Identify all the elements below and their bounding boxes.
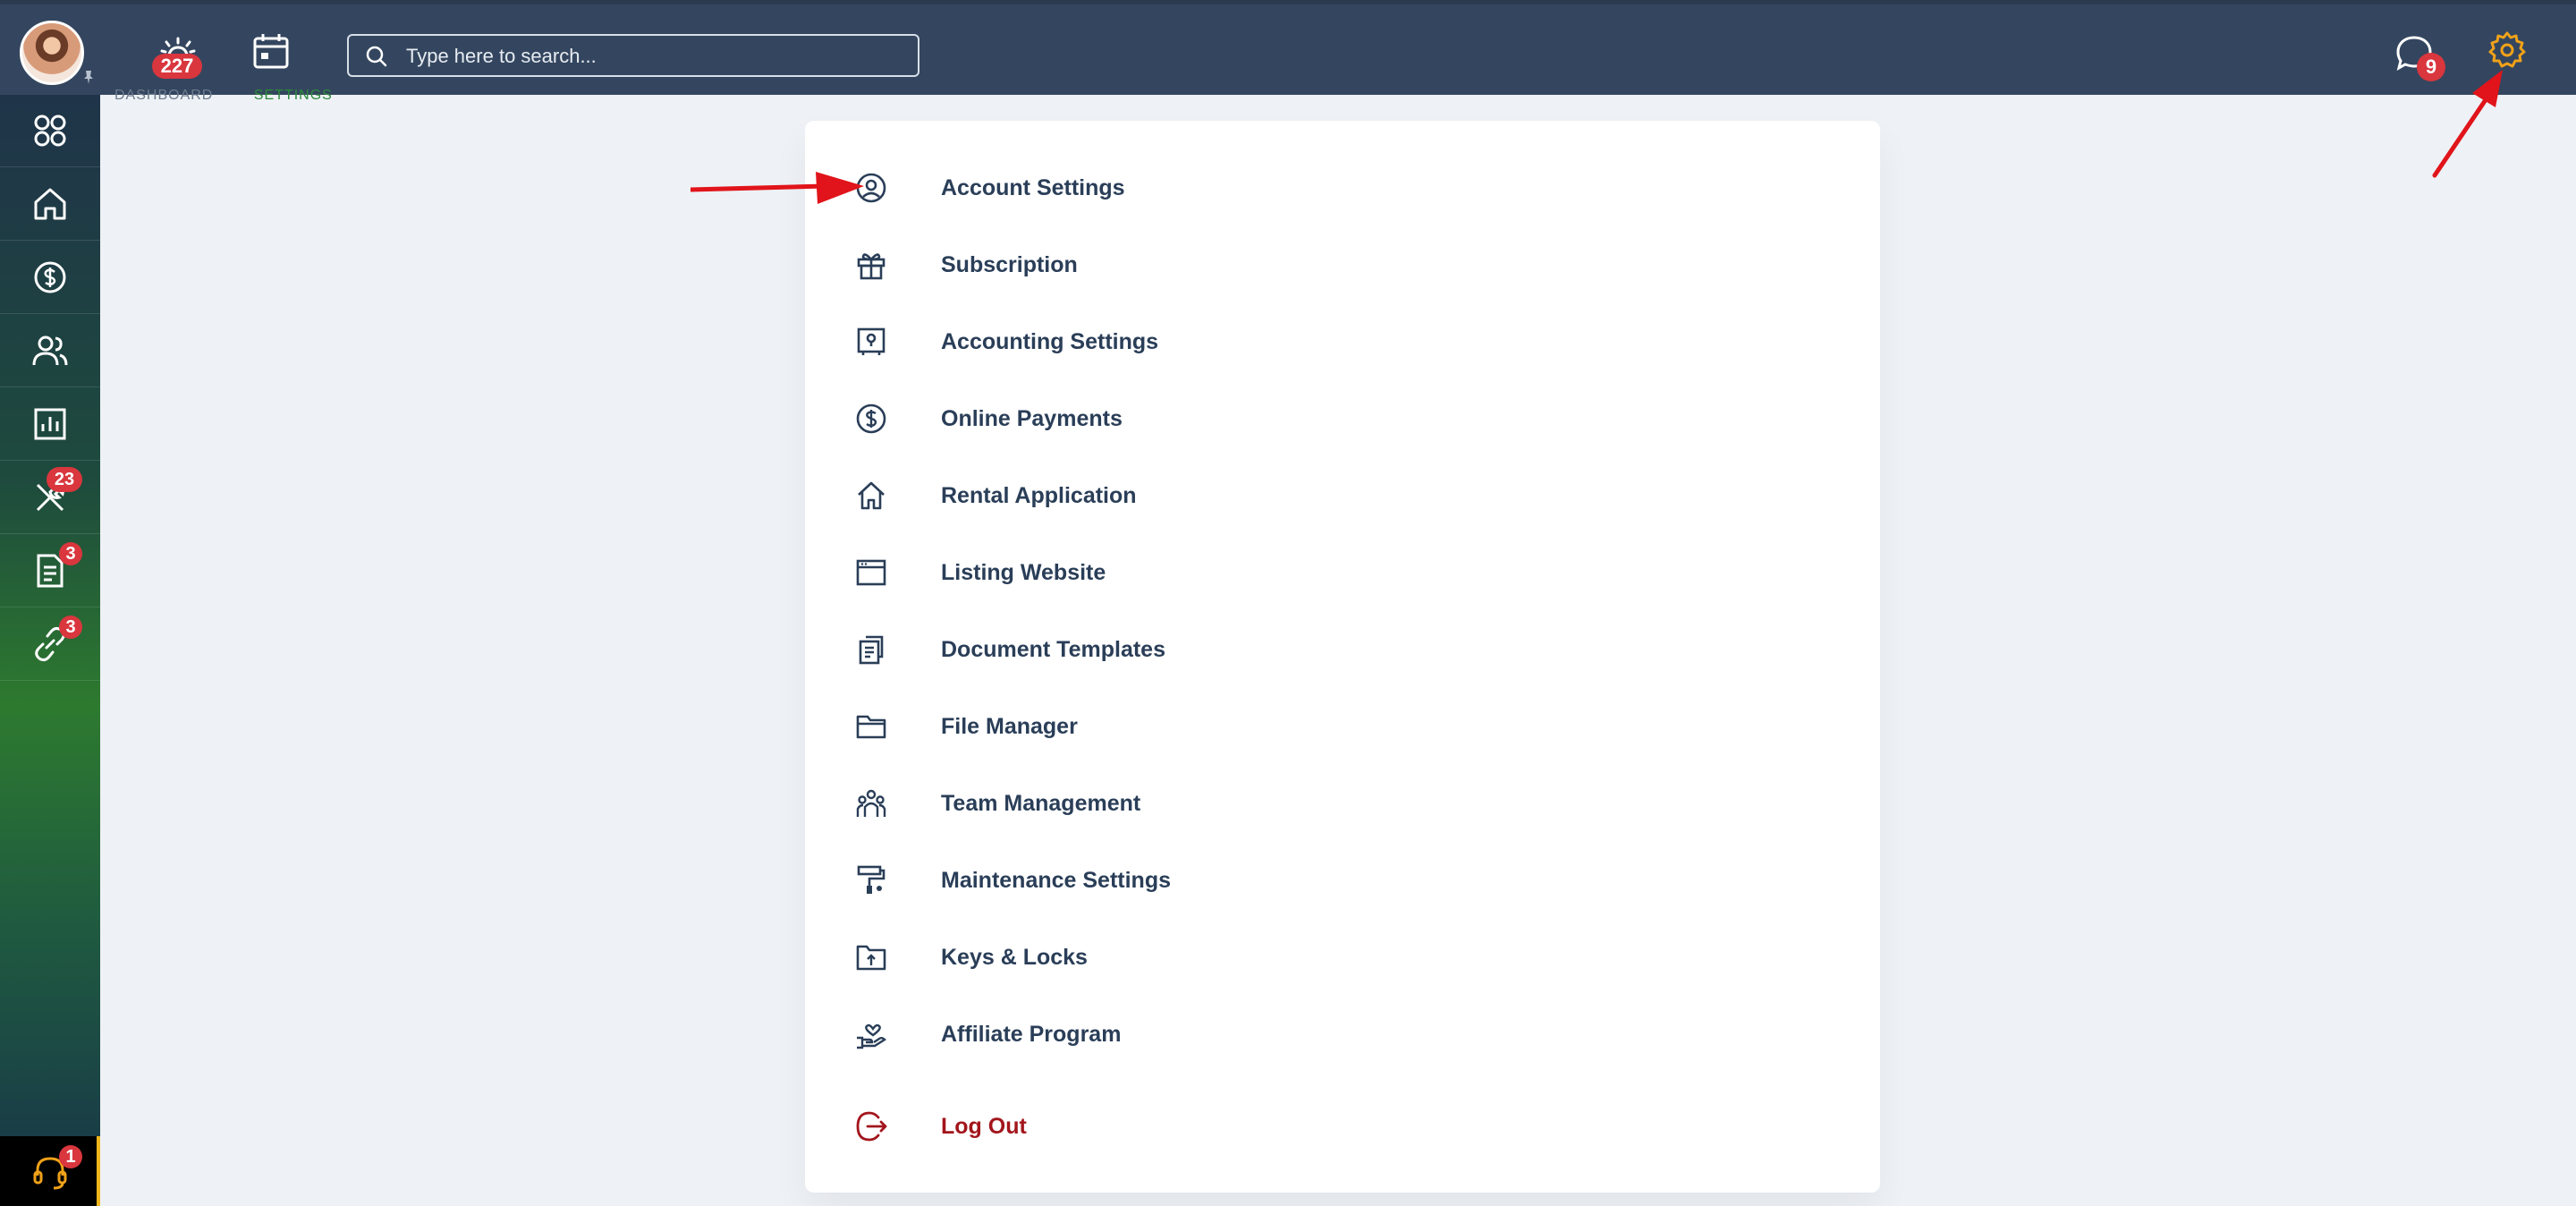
sidebar-item-documents[interactable]: 3 [0, 535, 100, 607]
sidebar-item-people[interactable] [0, 315, 100, 387]
grid-circles-icon [34, 115, 66, 147]
menu-item-label: Affiliate Program [941, 1021, 1122, 1047]
menu-item-team-management[interactable]: Team Management [853, 777, 1479, 830]
breadcrumb: DASHBOARD SETTINGS [114, 88, 333, 102]
dollar-circle-icon [856, 403, 886, 434]
menu-item-keys-locks[interactable]: Keys & Locks [853, 930, 1479, 984]
users-icon [32, 335, 68, 366]
sidebar-item-payments[interactable] [0, 242, 100, 314]
sidebar-item-maintenance[interactable]: 23 [0, 462, 100, 534]
menu-item-label: Account Settings [941, 174, 1125, 200]
menu-item-account-settings[interactable]: Account Settings [853, 161, 1479, 215]
team-icon [856, 789, 886, 817]
menu-item-document-templates[interactable]: Document Templates [853, 623, 1479, 676]
menu-item-label: Team Management [941, 790, 1141, 816]
menu-item-label: Maintenance Settings [941, 867, 1171, 893]
search-input[interactable] [404, 36, 909, 77]
paint-roller-icon [857, 865, 886, 894]
menu-item-label: Document Templates [941, 636, 1165, 662]
menu-item-label: Keys & Locks [941, 944, 1088, 970]
annotation-arrow-gear [2432, 70, 2503, 178]
sidebar-item-home[interactable] [0, 168, 100, 241]
annotation-arrow-account [691, 172, 864, 204]
links-badge: 3 [59, 616, 82, 639]
sidebar-item-links[interactable]: 3 [0, 608, 100, 681]
breadcrumb-parent[interactable]: DASHBOARD [114, 88, 213, 102]
pin-icon [84, 71, 93, 84]
menu-item-file-manager[interactable]: File Manager [853, 700, 1479, 753]
house-icon [858, 481, 885, 510]
notifications-badge: 227 [152, 54, 202, 79]
sidebar: 23 3 3 [0, 95, 100, 1206]
menu-item-online-payments[interactable]: Online Payments [853, 392, 1479, 446]
logout-label: Log Out [941, 1113, 1027, 1139]
support-badge: 1 [59, 1145, 82, 1168]
menu-item-label: File Manager [941, 713, 1078, 739]
menu-item-label: Listing Website [941, 559, 1106, 585]
menu-item-label: Accounting Settings [941, 328, 1159, 354]
browser-window-icon [856, 559, 886, 586]
dollar-circle-icon [34, 261, 66, 293]
menu-item-label: Rental Application [941, 482, 1137, 508]
sidebar-item-reports[interactable] [0, 388, 100, 461]
home-icon [34, 188, 66, 220]
menu-item-accounting-settings[interactable]: Accounting Settings [853, 315, 1479, 369]
sidebar-item-apps[interactable] [0, 95, 100, 167]
top-bar: 227 9 [0, 0, 2576, 95]
bar-chart-icon [34, 408, 66, 440]
menu-item-rental-application[interactable]: Rental Application [853, 469, 1479, 522]
menu-item-subscription[interactable]: Subscription [853, 238, 1479, 292]
menu-item-label: Subscription [941, 251, 1078, 277]
menu-item-label: Online Payments [941, 405, 1123, 431]
search-icon [366, 46, 387, 67]
search-bar[interactable] [347, 34, 919, 77]
support-button[interactable]: 1 [0, 1136, 100, 1206]
documents-icon [859, 635, 884, 665]
folder-icon [856, 715, 886, 739]
key-folder-icon [856, 945, 886, 971]
menu-item-affiliate-program[interactable]: Affiliate Program [853, 1007, 1479, 1061]
breadcrumb-current: SETTINGS [253, 88, 333, 102]
settings-menu-panel: Account Settings Subscription Accounting… [805, 121, 1880, 1193]
user-avatar[interactable] [20, 21, 84, 85]
menu-item-listing-website[interactable]: Listing Website [853, 546, 1479, 599]
logout-icon [856, 1111, 887, 1142]
documents-badge: 3 [59, 542, 82, 565]
maintenance-badge: 23 [47, 467, 82, 492]
menu-item-maintenance-settings[interactable]: Maintenance Settings [853, 854, 1479, 907]
notifications-button[interactable]: 227 [152, 31, 204, 81]
gift-icon [857, 253, 886, 280]
logout-button[interactable]: Log Out [853, 1100, 1479, 1153]
calendar-icon[interactable] [250, 31, 292, 72]
heart-hand-icon [857, 1023, 886, 1049]
safe-icon [857, 327, 886, 355]
